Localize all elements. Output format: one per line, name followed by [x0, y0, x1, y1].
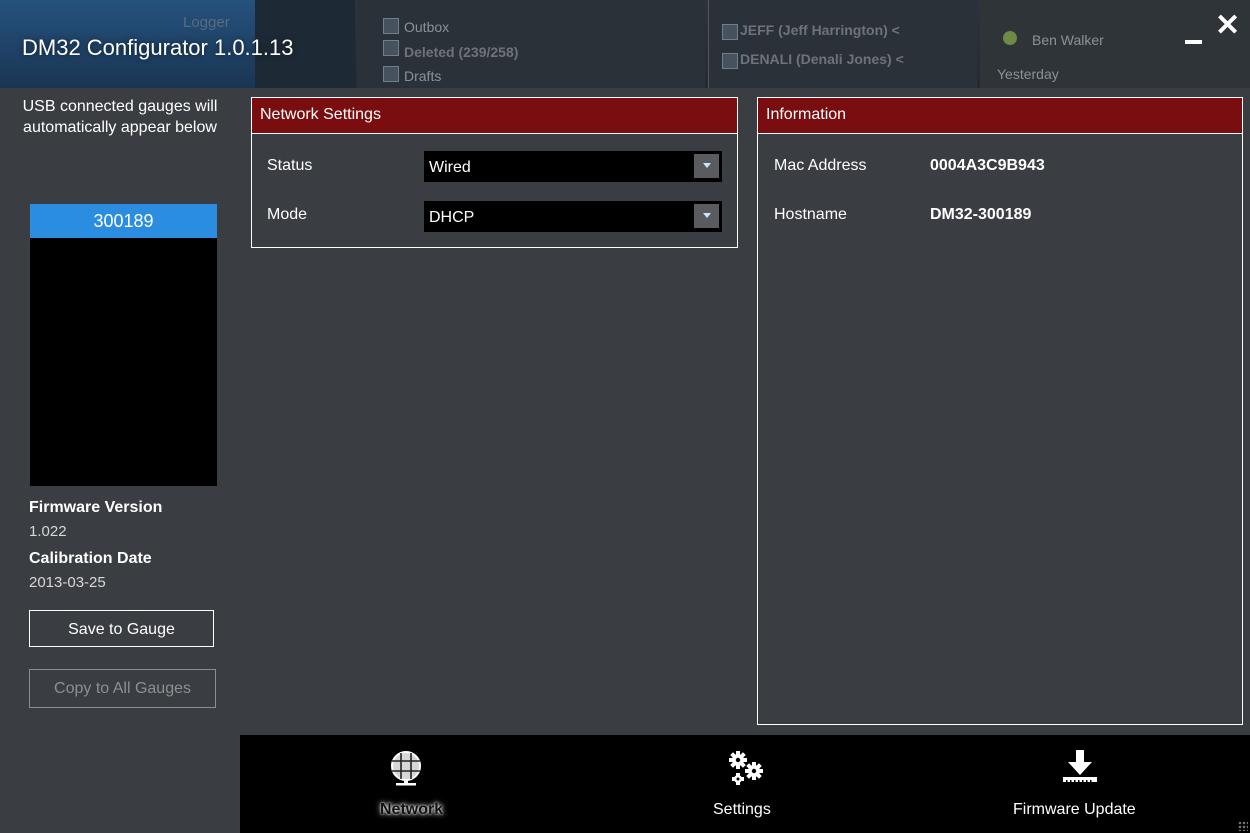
tab-settings-label: Settings [713, 801, 771, 818]
chevron-down-icon[interactable] [694, 204, 719, 228]
gauge-list-item[interactable]: 300189 [30, 204, 217, 238]
calibration-date-value: 2013-03-25 [29, 574, 106, 591]
drafts-icon [383, 66, 399, 82]
mac-address-value: 0004A3C9B943 [930, 157, 1045, 174]
background-folder-drafts: Drafts [404, 68, 442, 84]
sidebar: USB connected gauges will automatically … [0, 88, 240, 833]
mode-dropdown[interactable]: DHCP [424, 201, 722, 232]
status-label: Status [267, 157, 313, 174]
information-header: Information [758, 98, 1242, 134]
usb-hint-text: USB connected gauges will automatically … [22, 98, 218, 136]
background-group-label: Yesterday [997, 66, 1059, 82]
tab-network-label: Network [380, 801, 444, 818]
background-folder-outbox: Outbox [404, 19, 450, 35]
close-button[interactable]: ✕ [1215, 11, 1240, 41]
hostname-label: Hostname [774, 206, 847, 223]
background-message-pane [708, 0, 977, 88]
firmware-version-label: Firmware Version [29, 499, 163, 516]
background-message-sender: JEFF (Jeff Harrington) < [740, 22, 900, 38]
trash-icon [383, 40, 399, 56]
tab-firmware-update[interactable]: Firmware Update [1008, 735, 1158, 833]
globe-icon [391, 751, 421, 786]
contact-status-icon [1003, 31, 1017, 45]
tab-network[interactable]: Network [358, 735, 458, 833]
firmware-version-value: 1.022 [29, 523, 67, 540]
download-arrow-icon [1063, 750, 1097, 782]
save-to-gauge-button[interactable]: Save to Gauge [29, 610, 214, 647]
app-title: DM32 Configurator 1.0.1.13 [22, 35, 294, 60]
copy-to-all-gauges-button[interactable]: Copy to All Gauges [29, 669, 216, 708]
mac-address-label: Mac Address [774, 157, 867, 174]
background-folder-deleted: Deleted (239/258) [404, 44, 519, 60]
network-settings-header: Network Settings [252, 98, 737, 134]
folder-icon [383, 18, 399, 34]
gears-icon [729, 751, 763, 785]
bottom-navigation: Network Settings Firmware Update [240, 735, 1250, 833]
chevron-down-icon[interactable] [694, 154, 719, 178]
title-bar[interactable]: Logger Outbox Deleted (239/258) Drafts J… [0, 0, 1250, 88]
tab-settings[interactable]: Settings [700, 735, 800, 833]
calibration-date-label: Calibration Date [29, 550, 152, 567]
background-message-sender: DENALI (Denali Jones) < [740, 51, 904, 67]
resize-grip-icon[interactable] [1238, 821, 1248, 831]
status-dropdown[interactable]: Wired [424, 151, 722, 182]
tab-firmware-update-label: Firmware Update [1013, 801, 1136, 818]
background-contact-name: Ben Walker [1032, 32, 1104, 48]
mail-icon [722, 24, 738, 40]
mode-label: Mode [267, 206, 308, 223]
hostname-value: DM32-300189 [930, 206, 1032, 223]
gauge-list[interactable]: 300189 [30, 204, 217, 486]
minimize-button[interactable] [1183, 24, 1207, 46]
background-logger-text: Logger [183, 14, 230, 31]
mail-icon [722, 53, 738, 69]
status-dropdown-value: Wired [429, 159, 471, 176]
mode-dropdown-value: DHCP [429, 209, 475, 226]
information-panel: Information Mac Address 0004A3C9B943 Hos… [757, 97, 1243, 725]
network-settings-panel: Network Settings Status Wired Mode DHCP [251, 97, 738, 248]
